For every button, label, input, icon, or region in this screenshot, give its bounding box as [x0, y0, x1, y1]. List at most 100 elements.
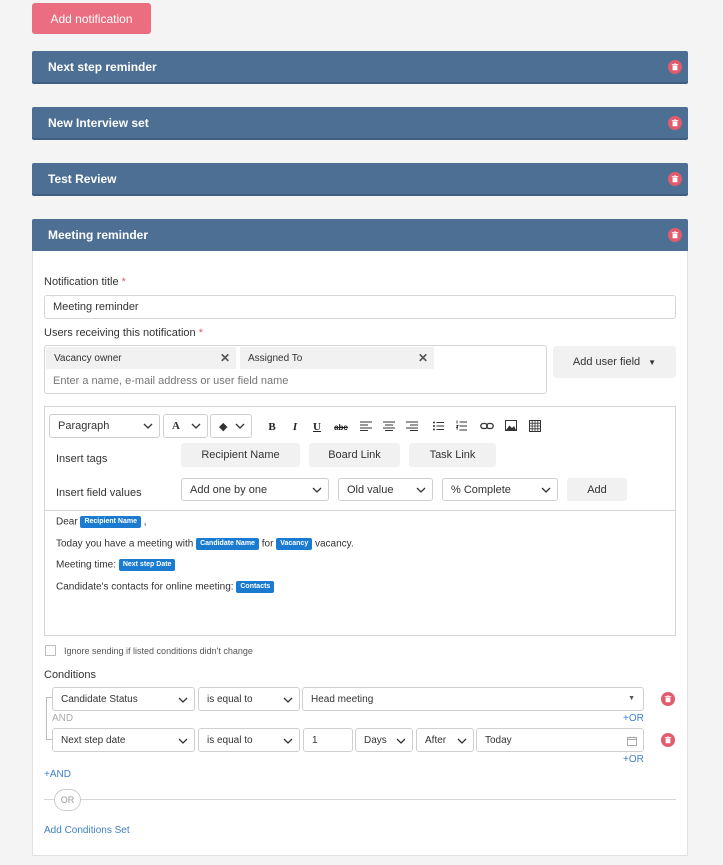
or-divider-badge: OR — [54, 789, 81, 811]
condition-field-select[interactable]: Next step date — [52, 728, 195, 752]
condition-number-input[interactable]: 1 — [303, 728, 353, 752]
select-label: is equal to — [207, 693, 253, 705]
font-size-select[interactable]: A — [163, 414, 208, 438]
condition-direction-select[interactable]: After — [416, 728, 474, 752]
fill-color-select[interactable]: ◆ — [210, 414, 252, 438]
caret-down-icon: ▼ — [648, 357, 657, 367]
add-or-link[interactable]: +OR — [623, 713, 644, 724]
text-comma: , — [143, 516, 147, 528]
select-label: Days — [364, 734, 387, 746]
underline-button[interactable]: U — [310, 421, 324, 433]
add-conditions-set-link[interactable]: Add Conditions Set — [44, 825, 130, 836]
chevron-down-icon — [283, 738, 293, 744]
chevron-down-icon — [396, 738, 406, 744]
bullet-list-icon[interactable] — [433, 421, 444, 431]
tag-recipient-name-button[interactable]: Recipient Name — [181, 443, 300, 467]
align-right-icon[interactable] — [406, 421, 418, 431]
panel-test-review[interactable]: Test Review — [32, 163, 688, 194]
tag-next-step-date: Next step Date — [118, 559, 176, 571]
select-label: Candidate Status — [61, 693, 138, 705]
panel-meeting-reminder[interactable]: Meeting reminder — [32, 219, 688, 251]
add-user-field-button[interactable]: Add user field ▼ — [553, 346, 676, 378]
condition-unit-select[interactable]: Days — [355, 728, 413, 752]
condition-date-input[interactable]: Today — [476, 728, 644, 752]
chevron-down-icon — [191, 423, 201, 429]
select-label: is equal to — [207, 734, 253, 746]
ignore-label: Ignore sending if listed conditions didn… — [64, 646, 253, 656]
add-and-link[interactable]: +AND — [44, 769, 71, 780]
paragraph-select[interactable]: Paragraph — [49, 414, 160, 438]
complete-select[interactable]: % Complete — [442, 478, 558, 501]
add-field-value-button[interactable]: Add — [567, 478, 627, 501]
bold-button[interactable]: B — [265, 421, 279, 433]
editor-line-1[interactable]: Dear Recipient Name , — [56, 516, 147, 528]
chevron-down-icon — [178, 697, 188, 703]
editor-line-2[interactable]: Today you have a meeting with Candidate … — [56, 538, 354, 550]
select-label: Today — [485, 734, 512, 746]
paint-bucket-icon: ◆ — [219, 420, 228, 433]
notification-title-input[interactable]: Meeting reminder — [44, 295, 676, 319]
editor-line-3[interactable]: Meeting time: Next step Date — [56, 559, 176, 571]
condition-field-select[interactable]: Candidate Status — [52, 687, 195, 711]
chevron-down-icon — [178, 738, 188, 744]
italic-button[interactable]: I — [288, 421, 302, 433]
add-or-link[interactable]: +OR — [623, 754, 644, 765]
users-input-placeholder[interactable]: Enter a name, e-mail address or user fie… — [53, 375, 288, 387]
chevron-down-icon — [416, 487, 426, 493]
table-icon[interactable] — [529, 420, 541, 432]
trash-icon[interactable] — [661, 733, 675, 747]
and-label: AND — [52, 713, 74, 724]
caret-down-icon: ▼ — [628, 695, 635, 702]
tag-board-link-button[interactable]: Board Link — [309, 443, 400, 467]
calendar-icon — [627, 736, 637, 746]
chevron-down-icon — [283, 697, 293, 703]
chevron-down-icon — [541, 487, 551, 493]
numbered-list-icon[interactable] — [456, 420, 467, 431]
trash-icon[interactable] — [668, 60, 682, 74]
text-meeting: Today you have a meeting with — [56, 538, 194, 550]
panel-title: Test Review — [48, 171, 117, 186]
chevron-down-icon — [312, 487, 322, 493]
tag-candidate-name: Candidate Name — [196, 538, 259, 550]
add-notification-button[interactable]: Add notification — [32, 3, 151, 34]
trash-icon[interactable] — [668, 172, 682, 186]
font-letter: A — [172, 420, 180, 432]
old-value-select[interactable]: Old value — [338, 478, 433, 501]
editor-divider — [44, 510, 676, 511]
select-label: Old value — [347, 483, 394, 496]
close-icon[interactable]: ✕ — [220, 351, 230, 365]
insert-field-values-label: Insert field values — [56, 487, 142, 499]
panel-title: Next step reminder — [48, 59, 157, 74]
text-contacts: Candidate's contacts for online meeting: — [56, 581, 234, 593]
image-icon[interactable] — [505, 420, 517, 431]
trash-icon[interactable] — [668, 228, 682, 242]
trash-icon[interactable] — [661, 692, 675, 706]
strikethrough-button[interactable]: abc — [333, 423, 349, 432]
close-icon[interactable]: ✕ — [418, 351, 428, 365]
conditions-label: Conditions — [44, 669, 96, 681]
condition-operator-select[interactable]: is equal to — [198, 728, 300, 752]
ignore-checkbox[interactable] — [45, 645, 56, 656]
select-label: Next step date — [61, 734, 126, 746]
chip-label: Assigned To — [248, 352, 303, 364]
editor-line-4[interactable]: Candidate's contacts for online meeting:… — [56, 581, 275, 593]
chevron-down-icon — [143, 423, 153, 429]
chip-assigned-to: Assigned To ✕ — [240, 347, 434, 369]
text-dear: Dear — [56, 516, 78, 528]
align-left-icon[interactable] — [360, 421, 372, 431]
text-meeting-time: Meeting time: — [56, 559, 117, 571]
align-center-icon[interactable] — [383, 421, 395, 431]
users-label: Users receiving this notification * — [44, 327, 203, 339]
insert-tags-label: Insert tags — [56, 453, 108, 465]
link-icon[interactable] — [480, 421, 494, 431]
paragraph-label: Paragraph — [58, 420, 110, 432]
panel-new-interview-set[interactable]: New Interview set — [32, 107, 688, 138]
panel-next-step-reminder[interactable]: Next step reminder — [32, 51, 688, 82]
condition-value-select[interactable]: Head meeting ▼ — [302, 687, 644, 711]
chip-vacancy-owner: Vacancy owner ✕ — [46, 347, 236, 369]
select-label: Add one by one — [190, 483, 268, 496]
condition-operator-select[interactable]: is equal to — [198, 687, 300, 711]
trash-icon[interactable] — [668, 116, 682, 130]
add-one-by-one-select[interactable]: Add one by one — [181, 478, 329, 501]
tag-task-link-button[interactable]: Task Link — [409, 443, 496, 467]
